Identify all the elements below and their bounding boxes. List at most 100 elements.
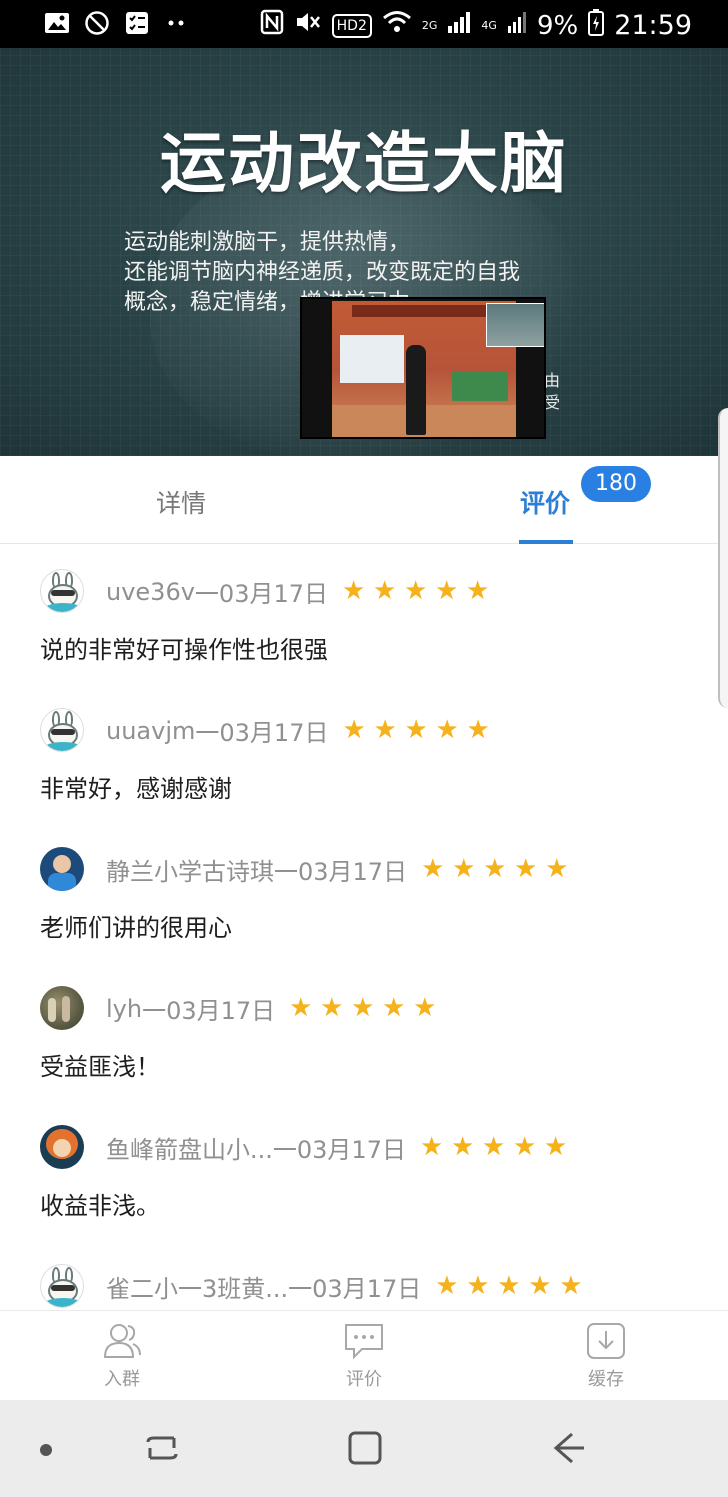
star-icon: ★ <box>450 1132 475 1162</box>
star-icon: ★ <box>404 715 428 745</box>
back-button[interactable] <box>548 1428 588 1468</box>
avatar[interactable] <box>40 1264 84 1308</box>
join-group-label: 入群 <box>104 1369 140 1390</box>
list-item: uve36v 一 03月17日 ★ ★ ★ ★ ★ 说的非常好可操作性也很强 <box>0 544 728 683</box>
nav-hide-dot[interactable] <box>40 1444 52 1456</box>
separator: 一 <box>288 1275 313 1303</box>
star-rating: ★ ★ ★ ★ ★ <box>342 715 491 745</box>
course-banner[interactable]: 运动改造大脑 运动能刺激脑干，提供热情， 还能调节脑内神经递质，改变既定的自我 … <box>0 48 728 456</box>
edge-panel-handle[interactable] <box>718 408 728 708</box>
review-date: 03月17日 <box>166 997 276 1025</box>
gallery-icon <box>44 10 70 36</box>
list-item: 雀二小一3班黄... 一 03月17日 ★ ★ ★ ★ ★ <box>0 1239 728 1310</box>
projector-screen <box>340 335 404 383</box>
checklist-icon <box>124 10 150 36</box>
nfc-icon <box>260 9 284 43</box>
avatar[interactable] <box>40 569 84 613</box>
star-icon: ★ <box>351 993 375 1023</box>
star-icon: ★ <box>512 1132 537 1162</box>
banner-edge-text: 由 受 <box>544 371 561 412</box>
star-icon: ★ <box>497 1271 521 1301</box>
star-icon: ★ <box>435 576 459 606</box>
star-icon: ★ <box>373 715 397 745</box>
recent-apps-button[interactable] <box>142 1428 182 1468</box>
list-item: uuavjm 一 03月17日 ★ ★ ★ ★ ★ 非常好，感谢感谢 <box>0 683 728 822</box>
review-text: 非常好，感谢感谢 <box>40 775 232 803</box>
signal-4g-label: 4G <box>481 19 497 32</box>
tab-detail[interactable]: 详情 <box>156 484 206 520</box>
video-inset <box>486 303 544 347</box>
bottom-action-bar: 入群 评价 缓存 <box>0 1310 728 1400</box>
star-icon: ★ <box>421 854 445 884</box>
review-text: 收益非浅。 <box>40 1192 160 1220</box>
star-icon: ★ <box>404 576 428 606</box>
reviewer-name: 鱼峰箭盘山小... <box>106 1136 273 1164</box>
list-item: 静兰小学古诗琪一 03月17日 ★ ★ ★ ★ ★ 老师们讲的很用心 <box>0 822 728 961</box>
review-meta: uuavjm 一 03月17日 ★ ★ ★ ★ ★ <box>106 713 491 748</box>
signal-icon <box>447 10 471 42</box>
star-rating: ★ ★ ★ ★ ★ <box>435 1271 584 1301</box>
star-icon: ★ <box>342 715 366 745</box>
battery-percent: 9% <box>536 11 579 41</box>
star-icon: ★ <box>373 576 397 606</box>
lecture-scene <box>332 301 544 437</box>
blocked-icon <box>84 10 110 36</box>
reviewer-name: uve36v <box>106 577 195 606</box>
review-date: 03月17日 <box>219 719 329 747</box>
review-meta: uve36v 一 03月17日 ★ ★ ★ ★ ★ <box>106 574 491 609</box>
join-group-button[interactable]: 入群 <box>72 1321 172 1391</box>
review-date: 03月17日 <box>298 858 408 886</box>
reviewer-name: 静兰小学古诗琪 <box>106 858 274 886</box>
star-icon: ★ <box>559 1271 583 1301</box>
banner-title: 运动改造大脑 <box>160 125 568 202</box>
separator: 一 <box>142 997 167 1025</box>
star-icon: ★ <box>543 1132 568 1162</box>
status-bar: HD2 2G 4G 9% 21:59 <box>0 0 728 48</box>
reviewer-name: 雀二小一3班黄... <box>106 1275 289 1303</box>
review-meta: 雀二小一3班黄... 一 03月17日 ★ ★ ★ ★ ★ <box>106 1269 584 1304</box>
video-thumbnail[interactable] <box>300 297 546 439</box>
list-item: 鱼峰箭盘山小... 一 03月17日 ★ ★ ★ ★ ★ 收益非浅。 <box>0 1100 728 1239</box>
group-icon <box>100 1321 144 1361</box>
star-icon: ★ <box>466 1271 490 1301</box>
download-icon <box>584 1321 628 1361</box>
battery-icon <box>588 8 605 44</box>
star-icon: ★ <box>289 993 313 1023</box>
home-button[interactable] <box>345 1428 385 1468</box>
star-rating: ★ ★ ★ ★ ★ <box>289 993 438 1023</box>
review-date: 03月17日 <box>312 1275 422 1303</box>
signal-icon-2 <box>507 10 527 42</box>
avatar[interactable] <box>40 708 84 752</box>
download-cache-label: 缓存 <box>588 1369 624 1390</box>
reviewer-name: uuavjm <box>106 716 196 745</box>
review-count-badge: 180 <box>581 466 651 502</box>
review-text: 老师们讲的很用心 <box>40 914 232 942</box>
avatar[interactable] <box>40 1125 84 1169</box>
comment-icon <box>342 1321 386 1361</box>
star-icon: ★ <box>342 576 366 606</box>
star-icon: ★ <box>320 993 344 1023</box>
star-icon: ★ <box>435 1271 459 1301</box>
avatar[interactable] <box>40 986 84 1030</box>
star-icon: ★ <box>483 854 507 884</box>
list-item: lyh 一 03月17日 ★ ★ ★ ★ ★ 受益匪浅！ <box>0 961 728 1100</box>
star-icon: ★ <box>528 1271 552 1301</box>
write-review-button[interactable]: 评价 <box>314 1321 414 1391</box>
reviewer-name: lyh <box>106 994 143 1023</box>
star-icon: ★ <box>382 993 406 1023</box>
separator: 一 <box>272 1136 297 1164</box>
banner-subtitle-line: 还能调节脑内神经递质，改变既定的自我 <box>124 260 521 285</box>
download-cache-button[interactable]: 缓存 <box>556 1321 656 1391</box>
review-meta: 鱼峰箭盘山小... 一 03月17日 ★ ★ ★ ★ ★ <box>106 1130 569 1165</box>
status-left-icons <box>44 10 190 36</box>
star-icon: ★ <box>452 854 476 884</box>
clock: 21:59 <box>614 10 692 41</box>
avatar[interactable] <box>40 847 84 891</box>
system-nav-bar <box>0 1400 728 1497</box>
review-list[interactable]: uve36v 一 03月17日 ★ ★ ★ ★ ★ 说的非常好可操作性也很强 uuavjm 一… <box>0 544 728 1310</box>
review-text: 受益匪浅！ <box>40 1053 160 1081</box>
tab-review[interactable]: 评价 <box>520 484 570 520</box>
more-dots-icon <box>164 10 190 36</box>
wifi-icon <box>382 10 412 42</box>
star-icon: ★ <box>466 576 490 606</box>
